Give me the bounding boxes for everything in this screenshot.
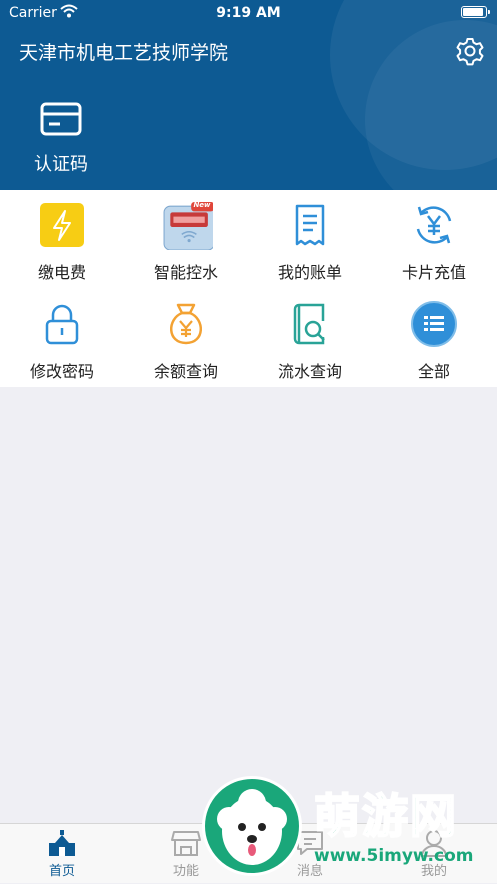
recharge-icon <box>416 206 452 244</box>
grid-item-card-recharge[interactable]: 卡片充值 <box>372 190 496 288</box>
search-record-icon <box>293 303 325 345</box>
grid-item-label: 我的账单 <box>277 263 342 282</box>
watermark-url: www.5imyw.com <box>314 846 474 866</box>
tab-label: 首页 <box>48 864 75 879</box>
settings-icon[interactable] <box>455 36 485 66</box>
grid-item-my-bill[interactable]: 我的账单 <box>248 190 372 288</box>
grid-item-label: 流水查询 <box>277 362 342 381</box>
bill-icon <box>295 204 325 246</box>
new-badge: New <box>193 201 211 209</box>
lightning-icon <box>40 203 84 247</box>
grid-item-smart-water[interactable]: New 智能控水 <box>124 190 248 288</box>
grid-item-transaction-query[interactable]: 流水查询 <box>248 289 372 387</box>
grid-item-label: 修改密码 <box>29 362 94 381</box>
page-title: 天津市机电工艺技师学院 <box>19 42 229 64</box>
grid-item-change-password[interactable]: 修改密码 <box>0 289 124 387</box>
money-bag-icon <box>170 303 202 345</box>
grid-item-label: 全部 <box>417 362 450 381</box>
grid-item-label: 余额查询 <box>153 362 218 381</box>
auth-code-label: 认证码 <box>34 154 88 175</box>
function-grid: 缴电费 New 智能控水 我的账单 卡片充值 修改密码 余额查询 流水查询 全部 <box>0 190 497 387</box>
store-icon <box>171 831 201 856</box>
watermark-logo <box>202 776 302 876</box>
list-icon <box>411 301 457 347</box>
watermark-brand: 萌游网 <box>313 788 458 844</box>
card-icon <box>40 102 82 136</box>
water-meter-icon <box>163 202 213 250</box>
dog-icon <box>217 789 287 865</box>
status-bar: Carrier 9:19 AM <box>0 0 497 26</box>
battery-icon <box>461 6 490 18</box>
grid-item-label: 缴电费 <box>37 263 86 282</box>
grid-item-balance-query[interactable]: 余额查询 <box>124 289 248 387</box>
auth-code-button[interactable]: 认证码 <box>26 98 96 178</box>
tab-home[interactable]: 首页 <box>0 824 124 884</box>
lock-icon <box>45 304 79 345</box>
watermark: 萌游网 www.5imyw.com <box>200 772 497 883</box>
grid-item-label: 智能控水 <box>153 263 218 282</box>
grid-item-all[interactable]: 全部 <box>372 289 496 387</box>
grid-item-label: 卡片充值 <box>401 263 466 282</box>
header: Carrier 9:19 AM 天津市机电工艺技师学院 认证码 <box>0 0 497 190</box>
grid-item-electricity[interactable]: 缴电费 <box>0 190 124 288</box>
home-icon <box>49 830 75 856</box>
status-time: 9:19 AM <box>216 5 281 21</box>
